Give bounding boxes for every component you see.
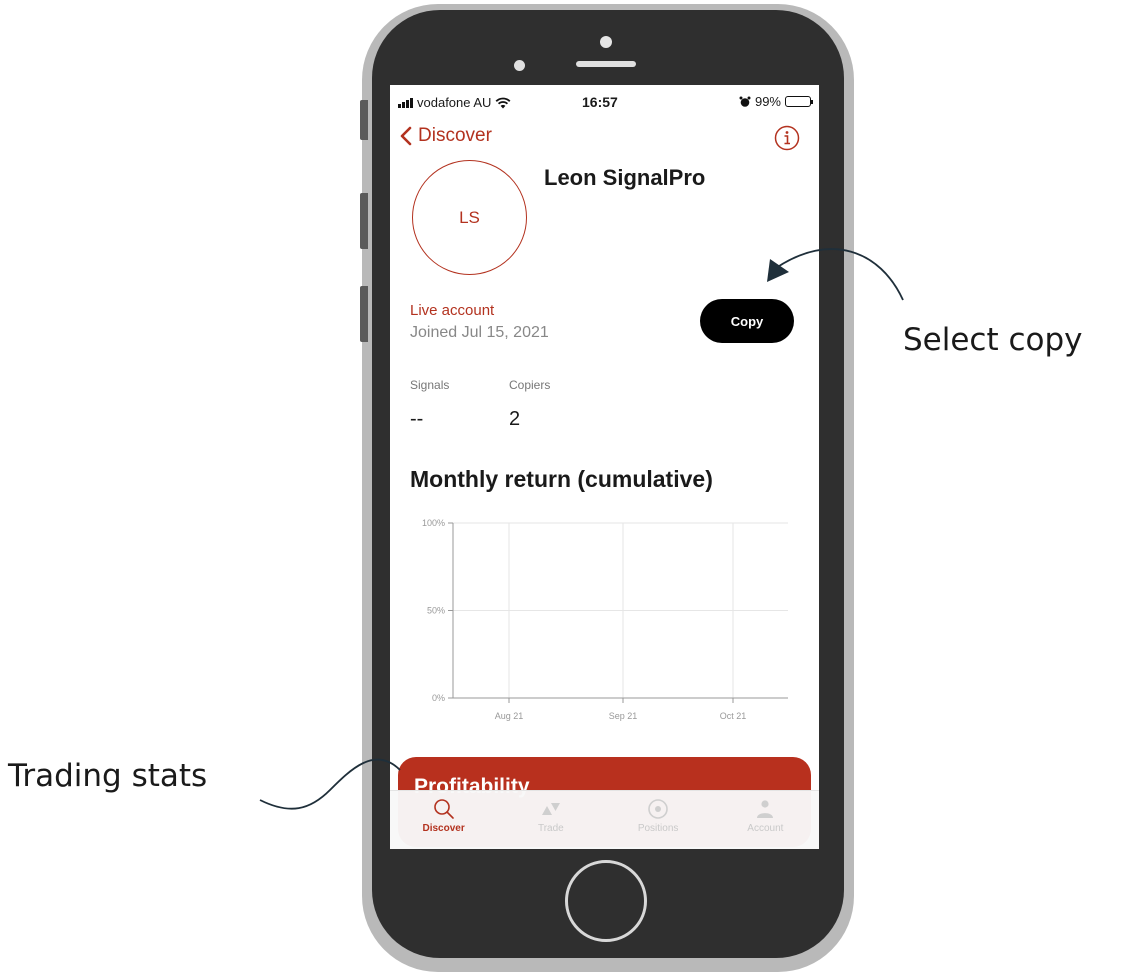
annotation-arrows (259, 248, 904, 810)
trading-stats-callout: Trading stats (8, 758, 208, 794)
select-copy-arrow (775, 248, 904, 301)
trading-stats-arrow (259, 758, 401, 810)
select-copy-callout: Select copy (903, 322, 1083, 358)
